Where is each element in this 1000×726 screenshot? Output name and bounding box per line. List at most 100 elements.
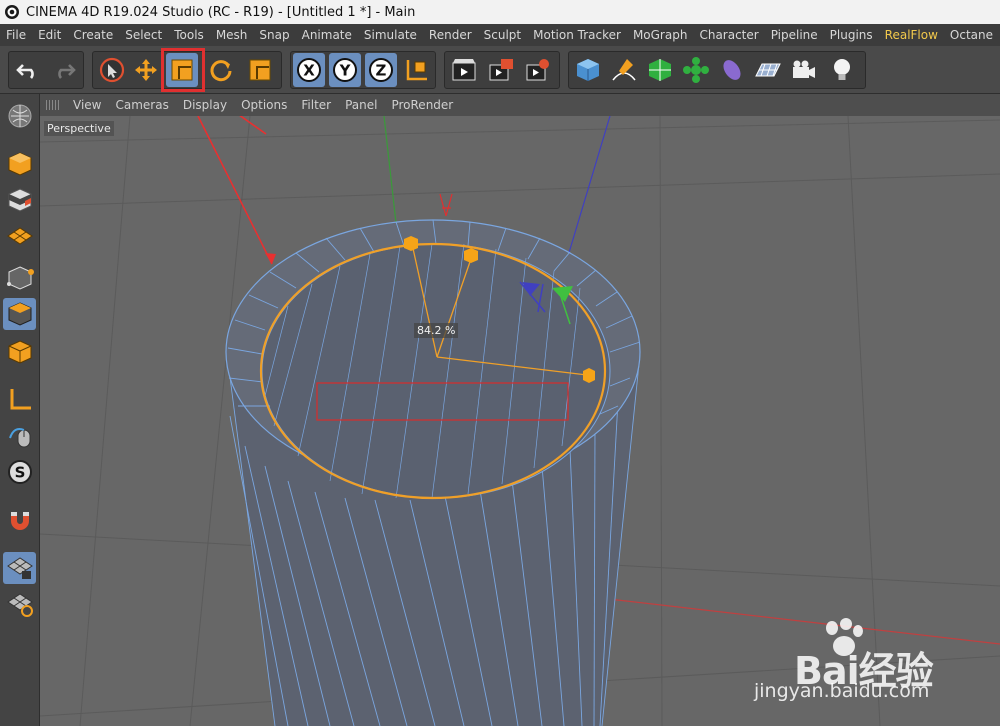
floor-button[interactable]	[752, 53, 784, 87]
svg-text:S: S	[14, 464, 25, 482]
menu-character[interactable]: Character	[693, 24, 764, 46]
deformer-icon	[723, 60, 741, 80]
scale-handle-z[interactable]	[464, 248, 478, 263]
live-selection-button[interactable]	[96, 53, 128, 87]
viewport-menu-display[interactable]: Display	[176, 94, 234, 116]
viewport-menu-grip[interactable]	[46, 100, 60, 110]
camera-button[interactable]	[788, 53, 820, 87]
scale-handle-x[interactable]	[583, 368, 595, 383]
menu-tools[interactable]: Tools	[168, 24, 210, 46]
left-tool-palette: S	[0, 94, 40, 726]
make-editable-button[interactable]	[3, 100, 36, 132]
workplane-button[interactable]	[3, 220, 36, 252]
scale-percent-readout: 84.2 %	[414, 323, 459, 338]
coordinate-system-button[interactable]	[401, 53, 433, 87]
texture-mode-icon	[8, 188, 31, 212]
y-axis-icon: Y	[333, 58, 357, 82]
menu-plugins[interactable]: Plugins	[824, 24, 879, 46]
render-to-picture-viewer-button[interactable]	[485, 53, 517, 87]
subdivision-surface-button[interactable]	[644, 53, 676, 87]
menu-edit[interactable]: Edit	[32, 24, 67, 46]
menu-octane[interactable]: Octane	[944, 24, 999, 46]
viewport-camera-label[interactable]: Perspective	[44, 121, 114, 136]
viewport-menu-prorender[interactable]: ProRender	[384, 94, 460, 116]
render-settings-button[interactable]	[522, 53, 554, 87]
model-mode-icon	[8, 152, 31, 176]
menu-realflow[interactable]: RealFlow	[879, 24, 944, 46]
enable-axis-button[interactable]	[3, 384, 36, 416]
world-z-axis	[567, 116, 611, 257]
render-picture-viewer-icon	[489, 59, 513, 81]
lock-workplane-button[interactable]	[3, 552, 36, 584]
menu-create[interactable]: Create	[67, 24, 119, 46]
texture-mode-button[interactable]	[3, 184, 36, 216]
menu-animate[interactable]: Animate	[296, 24, 358, 46]
polygons-mode-icon	[8, 302, 31, 326]
viewport-menu-view[interactable]: View	[66, 94, 108, 116]
last-tool-icon	[249, 59, 271, 81]
annotation-arrow-short	[239, 116, 267, 135]
z-axis-icon: Z	[369, 58, 393, 82]
scale-tool-highlight-box	[161, 48, 205, 92]
cube-button[interactable]	[572, 53, 604, 87]
menu-file[interactable]: File	[0, 24, 32, 46]
axis-icon	[10, 389, 31, 410]
cloner-icon	[683, 57, 709, 83]
render-view-button[interactable]	[448, 53, 480, 87]
menu-render[interactable]: Render	[423, 24, 478, 46]
render-settings-icon	[526, 59, 549, 81]
solo-button[interactable]: S	[3, 456, 36, 488]
title-bar: CINEMA 4D R19.024 Studio (RC - R19) - [U…	[0, 0, 1000, 24]
c4d-window: CINEMA 4D R19.024 Studio (RC - R19) - [U…	[0, 0, 1000, 726]
viewport-menu-bar: View Cameras Display Options Filter Panel ProR…	[40, 94, 1000, 116]
y-axis-label: Y	[339, 62, 352, 80]
viewport-menu-filter[interactable]: Filter	[294, 94, 338, 116]
tweak-button[interactable]	[3, 420, 36, 452]
x-axis-label: X	[303, 62, 315, 80]
model-mode-button[interactable]	[3, 148, 36, 180]
snap-button[interactable]	[3, 504, 36, 536]
redo-icon	[58, 64, 76, 79]
x-axis-icon: X	[297, 58, 321, 82]
redo-button[interactable]	[48, 53, 80, 87]
viewport-menu-cameras[interactable]: Cameras	[108, 94, 175, 116]
object-mode-button[interactable]	[3, 336, 36, 368]
light-button[interactable]	[826, 53, 858, 87]
deformer-button[interactable]	[716, 53, 748, 87]
scale-handle-y[interactable]	[404, 236, 418, 251]
move-button[interactable]	[130, 53, 162, 87]
polygons-mode-button[interactable]	[3, 298, 36, 330]
y-axis-lock-button[interactable]: Y	[329, 53, 361, 87]
solo-icon: S	[7, 460, 32, 484]
menu-mesh[interactable]: Mesh	[210, 24, 254, 46]
live-selection-icon	[99, 57, 125, 83]
points-mode-button[interactable]	[3, 262, 36, 294]
main-menu-bar: File Edit Create Select Tools Mesh Snap Animate…	[0, 24, 1000, 46]
viewport-menu-panel[interactable]: Panel	[338, 94, 384, 116]
z-axis-lock-button[interactable]: Z	[365, 53, 397, 87]
grid-planar-button[interactable]	[3, 588, 36, 620]
last-tool-button[interactable]	[244, 53, 276, 87]
menu-sculpt[interactable]: Sculpt	[478, 24, 527, 46]
cloner-button[interactable]	[680, 53, 712, 87]
menu-snap[interactable]: Snap	[253, 24, 295, 46]
menu-select[interactable]: Select	[119, 24, 168, 46]
pen-icon	[612, 59, 636, 81]
menu-motion-tracker[interactable]: Motion Tracker	[527, 24, 627, 46]
magnet-snap-icon	[10, 512, 29, 530]
make-editable-icon	[8, 104, 31, 128]
undo-icon	[16, 64, 34, 79]
pen-spline-button[interactable]	[608, 53, 640, 87]
rotate-button[interactable]	[205, 53, 237, 87]
menu-mograph[interactable]: MoGraph	[627, 24, 694, 46]
menu-simulate[interactable]: Simulate	[358, 24, 423, 46]
y-axis-marker	[439, 193, 453, 217]
viewport-menu-options[interactable]: Options	[234, 94, 294, 116]
cube-icon	[577, 59, 599, 81]
coordinate-system-icon	[406, 60, 427, 81]
x-axis-lock-button[interactable]: X	[293, 53, 325, 87]
floor-icon	[755, 63, 781, 77]
menu-pipeline[interactable]: Pipeline	[765, 24, 824, 46]
cinema4d-logo-icon	[5, 5, 19, 19]
undo-button[interactable]	[12, 53, 44, 87]
